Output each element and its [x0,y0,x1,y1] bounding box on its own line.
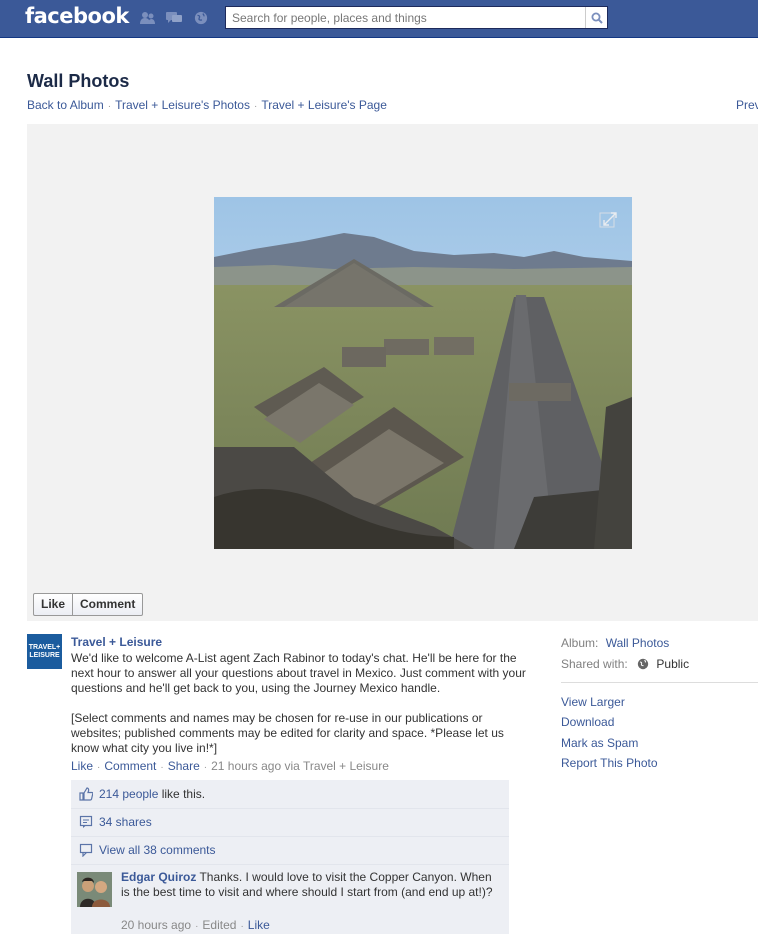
pyramid-landscape-image [214,197,632,549]
post-meta: Like · Comment · Share · 21 hours ago via Trav… [71,759,389,773]
meta-separator: · [240,921,244,932]
top-bar: facebook [0,0,758,38]
thumbs-up-icon [79,787,93,801]
comment-meta: 20 hours ago · Edited · Like [121,918,270,932]
photo-action-buttons: Like Comment [33,593,144,616]
photo[interactable] [214,197,632,549]
page-title: Wall Photos [27,71,130,91]
privacy-value[interactable]: Public [656,657,689,671]
post-timestamp: 21 hours ago via Travel + Leisure [211,759,389,773]
comment-button[interactable]: Comment [72,594,142,615]
comment-bubble-icon [79,843,93,857]
likes-suffix: like this. [158,787,206,801]
notifications-globe-icon[interactable] [193,11,209,25]
expand-icon[interactable] [602,211,618,227]
breadcrumb-separator: · [107,101,112,112]
likes-row: 214 people like this. [71,780,509,809]
commenter-photo [77,872,112,907]
feedback-box: 214 people like this. 34 shares View all… [71,780,509,934]
shares-row: 34 shares [71,808,509,837]
avatar-text: LEISURE [29,652,60,659]
meta-separator: · [195,921,199,932]
back-to-album-link[interactable]: Back to Album [27,98,104,112]
previous-photo-link[interactable]: Prev [736,98,758,112]
post-share-link[interactable]: Share [168,759,200,773]
shared-with-label: Shared with: [561,657,628,671]
post-comment-link[interactable]: Comment [104,759,156,773]
post-like-link[interactable]: Like [71,759,93,773]
post-text: We'd like to welcome A-List agent Zach R… [71,651,526,695]
like-button[interactable]: Like [34,594,72,615]
breadcrumb: Back to Album · Travel + Leisure's Photos ·… [27,98,387,112]
friend-requests-icon[interactable] [140,11,156,25]
mark-as-spam-link[interactable]: Mark as Spam [561,736,638,750]
comment-body: Edgar Quiroz Thanks. I would love to vis… [121,870,496,900]
search-input[interactable] [226,7,586,28]
comment-like-link[interactable]: Like [248,918,270,932]
page-avatar[interactable]: TRAVEL+ LEISURE [27,634,62,669]
commenter-name-link[interactable]: Edgar Quiroz [121,870,196,884]
album-label: Album: [561,636,599,650]
post-disclaimer: [Select comments and names may be chosen… [71,711,504,755]
view-comments-row: View all 38 comments [71,836,509,865]
privacy-row: Shared with: Public [561,657,689,671]
album-link[interactable]: Wall Photos [606,636,670,650]
comment-timestamp: 20 hours ago [121,918,192,932]
page-photos-link[interactable]: Travel + Leisure's Photos [115,98,250,112]
post-author-link[interactable]: Travel + Leisure [71,635,162,649]
view-all-comments-link[interactable]: View all 38 comments [99,843,216,857]
search-box [225,6,608,29]
meta-separator: · [97,762,101,773]
download-link[interactable]: Download [561,715,614,729]
comment-edited-label: Edited [202,918,237,932]
view-larger-link[interactable]: View Larger [561,695,625,709]
meta-separator: · [160,762,164,773]
shares-link[interactable]: 34 shares [99,815,152,829]
album-row: Album: Wall Photos [561,636,669,650]
breadcrumb-separator: · [253,101,258,112]
search-button[interactable] [585,7,607,28]
likers-link[interactable]: 214 people [99,787,158,801]
share-icon [79,815,93,828]
avatar-text: TRAVEL+ [28,644,61,651]
page-link[interactable]: Travel + Leisure's Page [261,98,387,112]
commenter-avatar[interactable] [77,872,112,907]
divider [561,682,758,683]
search-icon [591,12,603,24]
facebook-logo[interactable]: facebook [25,4,129,28]
report-photo-link[interactable]: Report This Photo [561,756,658,770]
meta-separator: · [203,762,208,773]
messages-icon[interactable] [166,11,182,25]
photo-stage: Like Comment [27,124,758,621]
public-globe-icon [637,658,649,670]
